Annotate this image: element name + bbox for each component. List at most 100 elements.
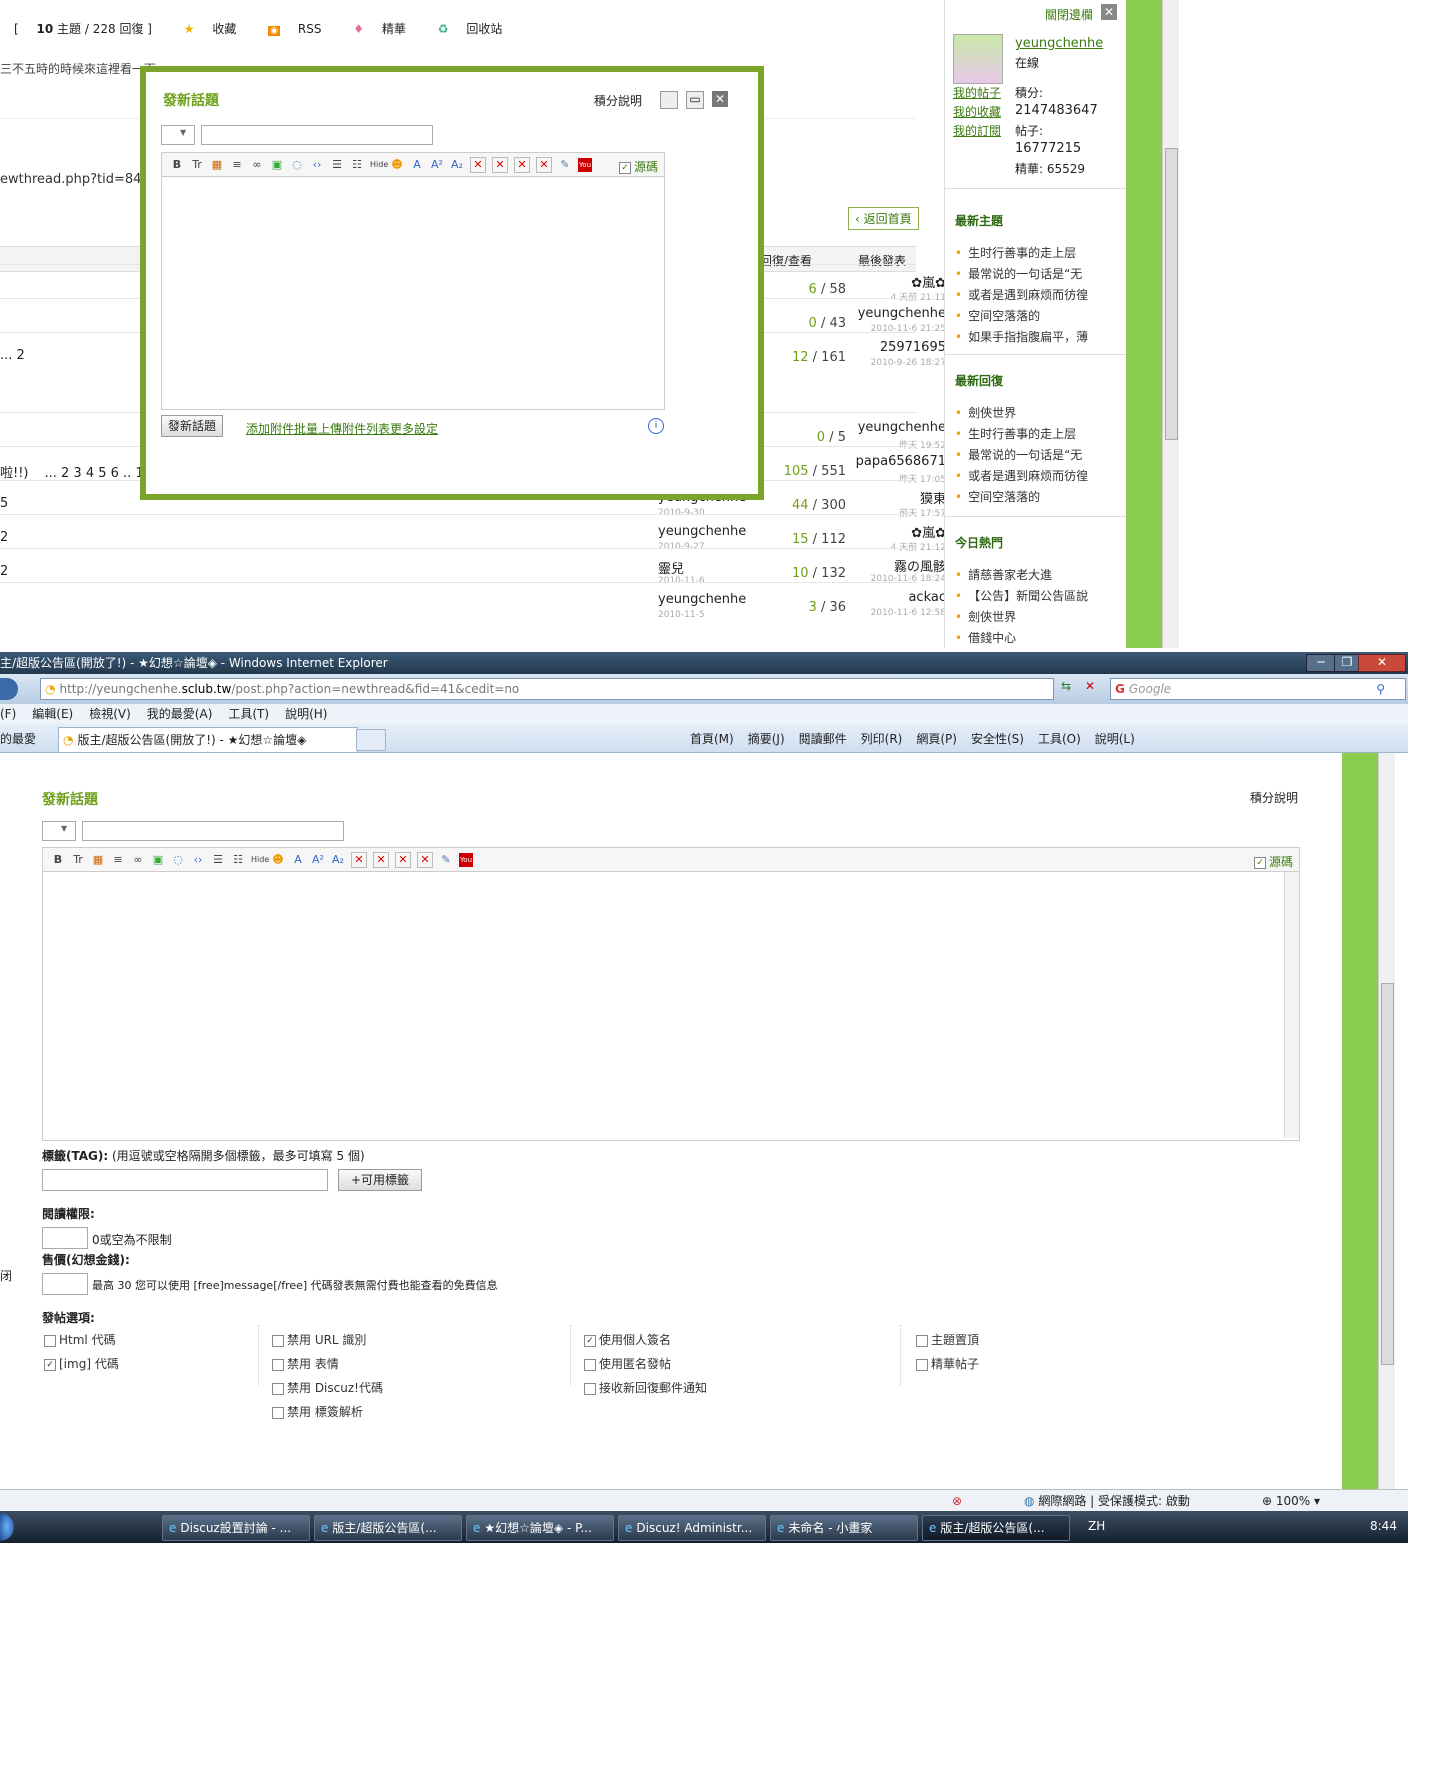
my-favs-link[interactable]: 我的收藏 bbox=[953, 103, 1001, 120]
sidebar-list-item[interactable]: 生时行善事的走上层 bbox=[955, 244, 1076, 261]
sidebar-list-item[interactable]: 請慈善家老大進 bbox=[955, 566, 1052, 583]
hide-icon[interactable]: Hide bbox=[251, 853, 269, 867]
search-input[interactable]: G Google ⚲ bbox=[1110, 678, 1406, 700]
command-item[interactable]: 列印(R) bbox=[861, 730, 903, 747]
menu-item[interactable]: 說明(H) bbox=[285, 704, 327, 724]
post-option[interactable]: 精華帖子 bbox=[916, 1355, 979, 1372]
bold-icon[interactable]: B bbox=[170, 158, 184, 172]
last-poster[interactable]: ✿嵐✿ bbox=[838, 522, 946, 541]
submit-button[interactable]: 發新話題 bbox=[161, 415, 223, 437]
digest-link[interactable]: ♦ 精華 bbox=[353, 22, 420, 36]
align-icon[interactable]: ≡ bbox=[230, 158, 244, 172]
start-button[interactable] bbox=[0, 1513, 14, 1541]
taskbar-button[interactable]: e Discuz! Administr... bbox=[618, 1515, 766, 1541]
link-icon[interactable]: ∞ bbox=[250, 158, 264, 172]
broken-image-icon[interactable]: ✕ bbox=[492, 157, 508, 173]
rss-link[interactable]: ◉ RSS bbox=[268, 22, 335, 36]
back-home-button[interactable]: ‹ 返回首頁 bbox=[848, 207, 919, 230]
broken-image-icon[interactable]: ✕ bbox=[536, 157, 552, 173]
color-icon[interactable]: ▦ bbox=[91, 853, 105, 867]
thread-title[interactable]: 5 bbox=[0, 496, 8, 511]
tag-input[interactable] bbox=[42, 1169, 328, 1191]
close-icon[interactable]: ✕ bbox=[1101, 4, 1117, 20]
command-item[interactable]: 閱讀郵件 bbox=[799, 730, 847, 747]
broken-image-icon[interactable]: ✕ bbox=[351, 852, 367, 868]
my-subs-link[interactable]: 我的訂閱 bbox=[953, 122, 1001, 139]
last-poster[interactable]: 霧の風骸 bbox=[838, 556, 946, 575]
post-option[interactable]: 禁用 URL 識別 bbox=[272, 1331, 366, 1348]
bold-icon[interactable]: B bbox=[51, 853, 65, 867]
thread-title[interactable]: 2 bbox=[0, 564, 8, 579]
search-icon[interactable]: ⚲ bbox=[1376, 679, 1385, 699]
hide-icon[interactable]: Hide bbox=[370, 158, 388, 172]
broken-image-icon[interactable]: ✕ bbox=[395, 852, 411, 868]
price-input[interactable] bbox=[42, 1273, 88, 1295]
checkbox-icon[interactable] bbox=[272, 1358, 284, 1371]
wrench-icon[interactable]: ✎ bbox=[558, 158, 572, 172]
refresh-icon[interactable]: ⇆ bbox=[1056, 679, 1076, 699]
post-option[interactable]: 禁用 表情 bbox=[272, 1355, 339, 1372]
last-poster[interactable]: papa6568671 bbox=[838, 454, 946, 469]
sidebar-list-item[interactable]: 劍俠世界 bbox=[955, 608, 1016, 625]
last-poster[interactable]: yeungchenhe bbox=[838, 420, 946, 435]
post-option[interactable]: ✓ 使用個人簽名 bbox=[584, 1331, 671, 1348]
close-icon[interactable]: ✕ bbox=[712, 91, 728, 107]
last-poster[interactable]: ackac bbox=[838, 590, 946, 605]
smiley-icon[interactable]: ☻ bbox=[390, 158, 404, 172]
post-option[interactable]: Html 代碼 bbox=[44, 1331, 116, 1348]
type-select[interactable]: ▼ bbox=[161, 125, 195, 145]
menu-item[interactable]: 工具(T) bbox=[228, 704, 269, 724]
subject-input[interactable] bbox=[82, 821, 344, 841]
superscript-icon[interactable]: A² bbox=[430, 158, 444, 172]
wrench-icon[interactable]: ✎ bbox=[439, 853, 453, 867]
font-icon[interactable]: A bbox=[291, 853, 305, 867]
checkbox-icon[interactable] bbox=[916, 1334, 928, 1347]
browser-tab-active[interactable]: ◔ 版主/超版公告區(開放了!) - ★幻想☆論壇◈ bbox=[58, 727, 358, 752]
new-tab-button[interactable] bbox=[356, 729, 386, 751]
font-size-icon[interactable]: Tr bbox=[190, 158, 204, 172]
maximize-icon[interactable]: ▭ bbox=[686, 91, 704, 109]
image-icon[interactable]: ▣ bbox=[270, 158, 284, 172]
command-item[interactable]: 安全性(S) bbox=[971, 730, 1024, 747]
scroll-thumb[interactable] bbox=[1381, 983, 1394, 1365]
address-input[interactable]: ◔ http://yeungchenhe.sclub.tw/post.php?ac… bbox=[40, 678, 1054, 700]
zoom-level[interactable]: ⊕ 100% ▾ bbox=[1262, 1490, 1320, 1512]
code-icon[interactable]: ‹› bbox=[310, 158, 324, 172]
checkbox-icon[interactable] bbox=[584, 1358, 596, 1371]
last-poster[interactable]: 獏東 bbox=[838, 488, 946, 507]
avatar[interactable] bbox=[953, 34, 1003, 84]
back-button[interactable] bbox=[0, 678, 18, 700]
type-select[interactable]: ▼ bbox=[42, 821, 76, 841]
sidebar-list-item[interactable]: 空间空落落的 bbox=[955, 488, 1040, 505]
sidebar-list-item[interactable]: 借錢中心 bbox=[955, 629, 1016, 646]
editor-textarea[interactable] bbox=[161, 176, 665, 410]
smiley-icon[interactable]: ☻ bbox=[271, 853, 285, 867]
link-icon[interactable]: ∞ bbox=[131, 853, 145, 867]
subscript-icon[interactable]: A₂ bbox=[331, 853, 345, 867]
command-item[interactable]: 工具(O) bbox=[1038, 730, 1081, 747]
menu-item[interactable]: 我的最愛(A) bbox=[147, 704, 213, 724]
editor-scrollbar[interactable] bbox=[1284, 872, 1299, 1138]
source-toggle[interactable]: ✓ 源碼 bbox=[1253, 853, 1293, 870]
close-window-icon[interactable]: ✕ bbox=[1358, 654, 1406, 672]
more-settings-link[interactable]: 更多設定 bbox=[390, 420, 438, 437]
menu-item[interactable]: 檢視(V) bbox=[89, 704, 131, 724]
username-link[interactable]: yeungchenhe bbox=[1015, 36, 1103, 51]
list-icon[interactable]: ☷ bbox=[231, 853, 245, 867]
command-item[interactable]: 網頁(P) bbox=[916, 730, 957, 747]
post-option[interactable]: 禁用 標簽解析 bbox=[272, 1403, 363, 1420]
available-tags-button[interactable]: +可用標籤 bbox=[338, 1169, 422, 1191]
checkbox-icon[interactable] bbox=[916, 1358, 928, 1371]
sidebar-list-item[interactable]: 生时行善事的走上层 bbox=[955, 425, 1076, 442]
clock[interactable]: 8:44 bbox=[1370, 1519, 1397, 1533]
minimize-icon[interactable]: ─ bbox=[1306, 654, 1336, 672]
thread-title[interactable]: 2 bbox=[0, 530, 8, 545]
thread-author[interactable]: yeungchenhe bbox=[658, 592, 746, 607]
post-option[interactable]: 主題置頂 bbox=[916, 1331, 979, 1348]
checkbox-icon[interactable] bbox=[272, 1334, 284, 1347]
post-option[interactable]: 接收新回復郵件通知 bbox=[584, 1379, 707, 1396]
page-links[interactable]: ... 2 3 4 5 6 .. 11 bbox=[45, 466, 153, 481]
popup-blocker-icon[interactable]: ⊗ bbox=[952, 1490, 962, 1512]
menu-item[interactable]: 編輯(E) bbox=[32, 704, 73, 724]
command-item[interactable]: 摘要(J) bbox=[748, 730, 785, 747]
